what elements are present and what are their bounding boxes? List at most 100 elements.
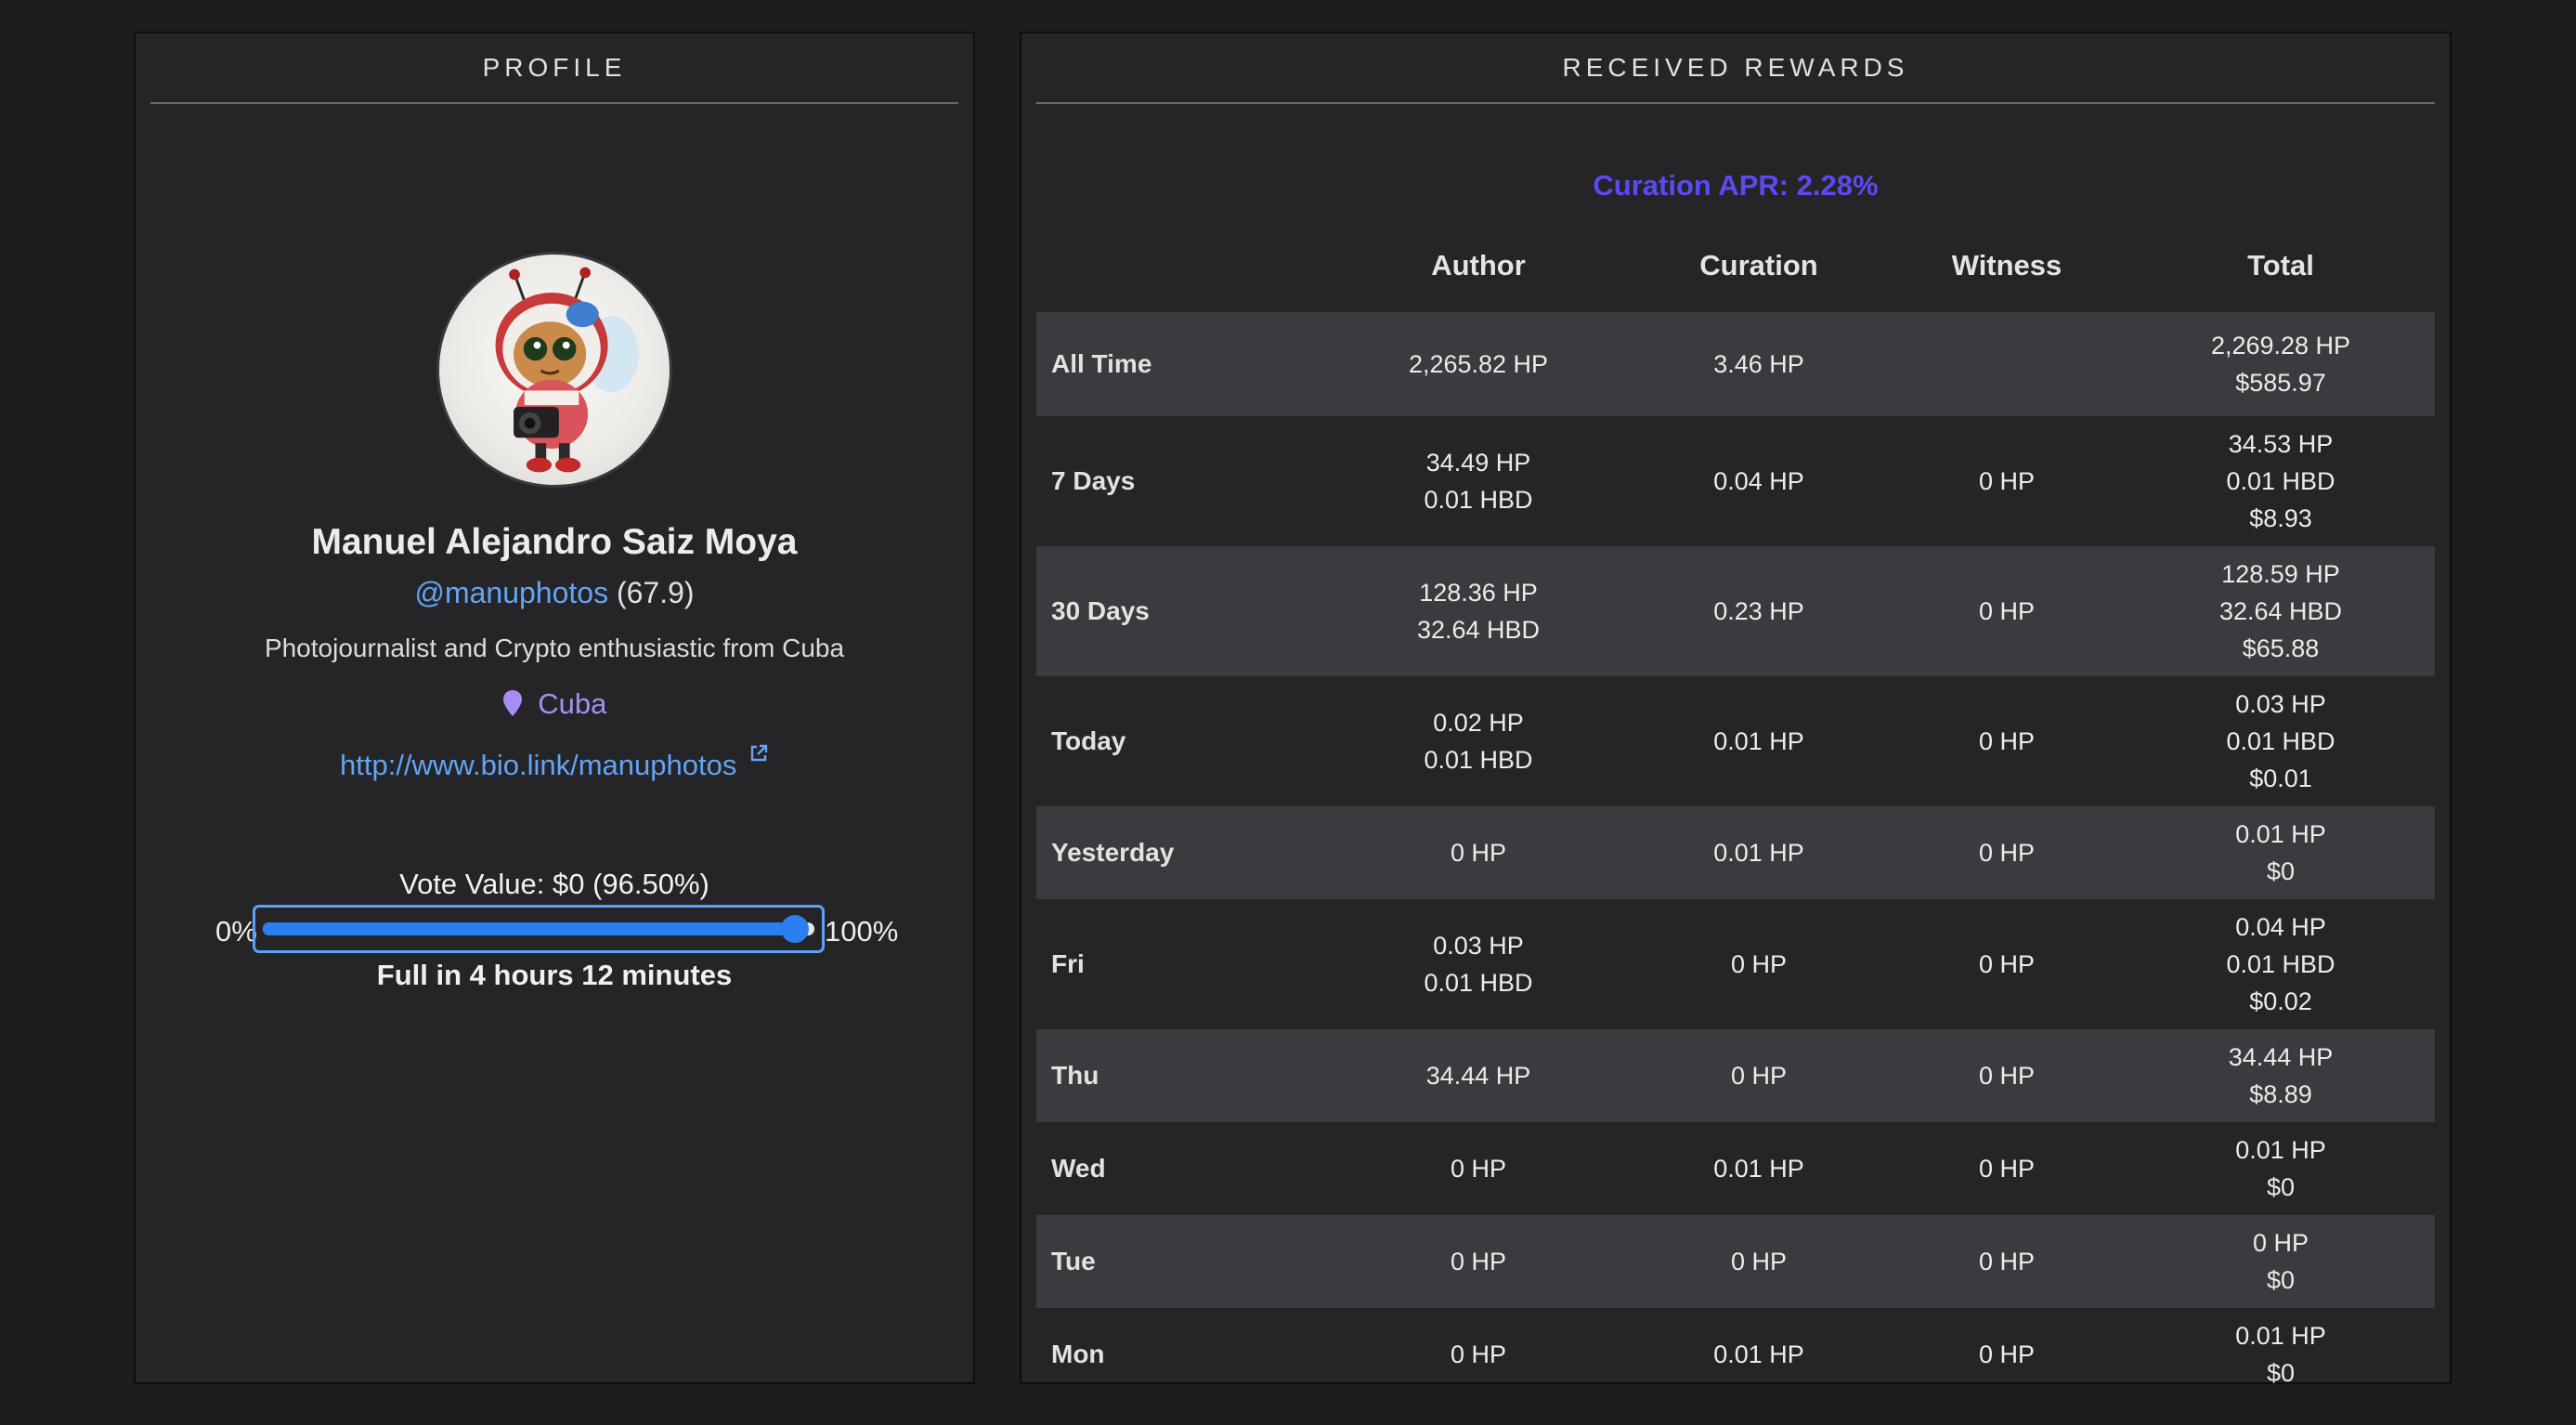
handle-link[interactable]: @manuphotos (414, 576, 608, 609)
cell-value: 0.04 HP (2235, 913, 2326, 941)
profile-panel: PROFILE Manuel Alejandro Saiz Moya @manu… (134, 32, 975, 1384)
column-header-total: Total (2247, 249, 2314, 281)
cell-value: 2,269.28 HP (2210, 332, 2351, 360)
row-label: Wed (1051, 1154, 1106, 1183)
cell-value: 0.02 HP (1433, 709, 1524, 737)
cell-curation: 0.01 HP (1713, 723, 1804, 760)
cell-value: 0.01 HP (1713, 1155, 1804, 1183)
cell-value: 0 HP (1730, 950, 1788, 978)
cell-author: 128.36 HP 32.64 HBD (1417, 574, 1540, 648)
recharge-time: Full in 4 hours 12 minutes (376, 959, 733, 991)
table-row: Thu 34.44 HP 0 HP 0 HP 34.44 HP $8.89 (1036, 1029, 2435, 1122)
cell-author: 2,265.82 HP (1409, 346, 1548, 383)
cell-curation: 0 HP (1731, 1057, 1787, 1094)
cell-author: 0.02 HP 0.01 HBD (1424, 704, 1532, 778)
handle-line: @manuphotos (67.9) (136, 576, 973, 610)
cell-value: 0 HP (1450, 1155, 1507, 1183)
row-label: All Time (1051, 349, 1152, 378)
location: Cuba (136, 687, 973, 721)
cell-value: $0.01 (2249, 765, 2312, 792)
rewards-header: RECEIVED REWARDS (1036, 33, 2435, 104)
cell-value: 0 HP (1730, 1248, 1788, 1275)
column-header-author: Author (1431, 249, 1526, 281)
cell-author: 0.03 HP 0.01 HBD (1424, 927, 1532, 1001)
cell-curation: 3.46 HP (1713, 346, 1804, 383)
row-label: 30 Days (1051, 596, 1150, 625)
table-row: Mon 0 HP 0.01 HP 0 HP 0.01 HP $0 (1036, 1308, 2435, 1401)
cell-curation: 0 HP (1731, 1243, 1787, 1280)
cell-total: 0.01 HP $0 (2235, 816, 2326, 890)
cell-total: 0.01 HP $0 (2235, 1131, 2326, 1206)
cell-value: 0.01 HBD (2226, 467, 2335, 495)
cell-witness: 0 HP (1979, 1150, 2035, 1187)
website-link[interactable]: http://www.bio.link/manuphotos (340, 749, 736, 781)
cell-author: 34.44 HP (1426, 1057, 1531, 1094)
row-label: 7 Days (1051, 466, 1136, 495)
cell-total: 0.03 HP 0.01 HBD $0.01 (2226, 686, 2335, 797)
cell-value: $0 (2266, 1266, 2296, 1294)
slider-track[interactable] (263, 915, 814, 943)
rewards-table-body: All Time 2,265.82 HP 3.46 HP 2,269.28 HP $58… (1036, 312, 2435, 1401)
cell-value: 34.44 HP (1425, 1062, 1531, 1090)
cell-value: 0.03 HP (1433, 932, 1524, 960)
cell-value: $585.97 (2235, 369, 2326, 397)
cell-value: 0 HP (2252, 1229, 2309, 1257)
table-row: Yesterday 0 HP 0.01 HP 0 HP 0.01 HP $0 (1036, 806, 2435, 899)
cell-author: 0 HP (1451, 1243, 1506, 1280)
cell-value: 2,265.82 HP (1408, 350, 1549, 378)
cell-value: 128.59 HP (2221, 560, 2340, 588)
row-label: Fri (1051, 949, 1085, 978)
cell-value: 0 HP (1978, 727, 2036, 755)
avatar-image (495, 267, 639, 473)
cell-author: 0 HP (1451, 834, 1506, 871)
cell-witness: 0 HP (1979, 1057, 2035, 1094)
cell-value: 0 HP (1450, 839, 1507, 867)
table-row: Today 0.02 HP 0.01 HBD 0.01 HP 0 HP 0.03 HP 0.… (1036, 676, 2435, 806)
slider-thumb[interactable] (781, 915, 810, 943)
cell-curation: 0.23 HP (1713, 593, 1804, 630)
cell-value: 128.36 HP (1419, 579, 1538, 607)
cell-total: 0 HP $0 (2253, 1224, 2309, 1299)
cell-value: 34.49 HP (1425, 449, 1531, 477)
cell-value: 32.64 HBD (2218, 597, 2343, 625)
rewards-panel: RECEIVED REWARDS Curation APR: 2.28% Aut… (1020, 32, 2452, 1387)
cell-witness: 0 HP (1979, 1243, 2035, 1280)
cell-value: 0.01 HBD (2226, 950, 2335, 978)
vote-weight-slider[interactable] (253, 905, 825, 953)
cell-value: $0.02 (2249, 987, 2312, 1015)
cell-value: $0 (2266, 1173, 2296, 1201)
table-row: 7 Days 34.49 HP 0.01 HBD 0.04 HP 0 HP 34.53 H… (1036, 416, 2435, 546)
cell-curation: 0.01 HP (1713, 834, 1804, 871)
external-link-icon[interactable] (748, 743, 769, 764)
cell-author: 34.49 HP 0.01 HBD (1424, 444, 1532, 518)
app-root: PROFILE Manuel Alejandro Saiz Moya @manu… (0, 0, 2576, 1425)
cell-value: 0 HP (1450, 1248, 1507, 1275)
cell-value: 0.01 HP (2235, 1322, 2326, 1350)
column-header-curation: Curation (1699, 249, 1818, 281)
row-label: Yesterday (1051, 838, 1175, 867)
cell-total: 128.59 HP 32.64 HBD $65.88 (2219, 556, 2342, 667)
table-row: 30 Days 128.36 HP 32.64 HBD 0.23 HP 0 HP 128.… (1036, 546, 2435, 676)
cell-value: 0.01 HP (2235, 820, 2326, 848)
cell-total: 0.01 HP $0 (2235, 1317, 2326, 1392)
slider-min-label: 0% (215, 915, 257, 948)
cell-witness: 0 HP (1979, 463, 2035, 500)
reputation-score: (67.9) (616, 576, 695, 609)
cell-value: 0.01 HBD (1424, 486, 1533, 514)
map-pin-icon (502, 690, 522, 716)
cell-value: 0 HP (1978, 1340, 2036, 1368)
cell-value: 0 HP (1978, 467, 2036, 495)
vote-value: Vote Value: $0 (96.50%) (399, 868, 709, 900)
table-row: Fri 0.03 HP 0.01 HBD 0 HP 0 HP 0.04 HP 0.01 HB… (1036, 899, 2435, 1029)
cell-value: 0.01 HP (1713, 839, 1804, 867)
cell-value: $8.89 (2249, 1080, 2312, 1108)
cell-total: 2,269.28 HP $585.97 (2211, 327, 2350, 401)
cell-curation: 0 HP (1731, 946, 1787, 983)
cell-value: 0.01 HP (1713, 1340, 1804, 1368)
cell-value: 32.64 HBD (1416, 616, 1541, 644)
cell-value: $0 (2266, 857, 2296, 885)
cell-value: 0 HP (1450, 1340, 1507, 1368)
cell-value: 34.53 HP (2228, 430, 2334, 458)
cell-value: $0 (2266, 1359, 2296, 1387)
cell-value: 0 HP (1978, 950, 2036, 978)
